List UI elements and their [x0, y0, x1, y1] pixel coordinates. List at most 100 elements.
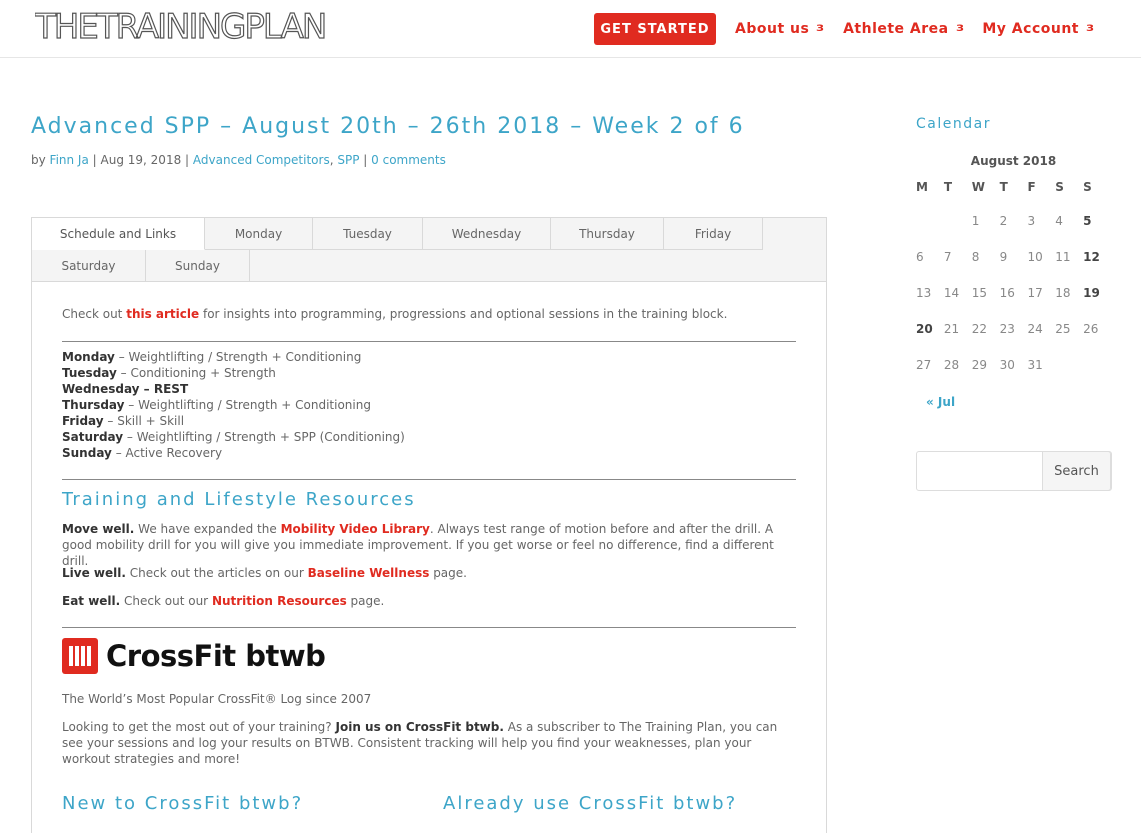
calendar-weekday-header: MTWTFSS	[916, 176, 1111, 204]
eat-well-paragraph: Eat well. Check out our Nutrition Resour…	[62, 594, 385, 608]
crossfit-btwb-logo[interactable]: CrossFit btwb	[62, 637, 354, 675]
calendar-day: 7	[943, 250, 952, 264]
meta-sep: |	[363, 153, 368, 167]
calendar-day: 22	[971, 322, 987, 336]
calendar-week-row: 13 14 15 16 17 18 19	[916, 276, 1111, 312]
calendar-day: 28	[943, 358, 960, 372]
btwb-mark-icon	[62, 638, 98, 674]
schedule-row: Saturday – Weightlifting / Strength + SP…	[62, 430, 405, 444]
post-title: Advanced SPP – August 20th – 26th 2018 –…	[31, 114, 745, 139]
calendar-widget-title: Calendar	[916, 116, 991, 132]
calendar-weekday: F	[1027, 180, 1036, 194]
btwb-tagline: The World’s Most Popular CrossFit® Log s…	[62, 692, 372, 706]
live-well-paragraph: Live well. Check out the articles on our…	[62, 566, 467, 580]
nav-my-account[interactable]: My Account 3	[982, 13, 1095, 45]
schedule-row: Thursday – Weightlifting / Strength + Co…	[62, 398, 371, 412]
calendar-day: 23	[999, 322, 1015, 336]
calendar-weekday: T	[999, 180, 1008, 194]
meta-sep: |	[92, 153, 97, 167]
schedule-row: Friday – Skill + Skill	[62, 414, 185, 428]
divider	[62, 627, 796, 628]
meta-comments-link[interactable]: 0 comments	[371, 153, 446, 167]
divider	[62, 479, 796, 480]
nav-athlete-area[interactable]: Athlete Area 3	[843, 13, 964, 45]
search-form: Search	[916, 451, 1112, 491]
tab-schedule-and-links[interactable]: Schedule and Links	[32, 218, 205, 250]
meta-category-link[interactable]: SPP	[337, 153, 359, 167]
calendar-day: 24	[1027, 322, 1043, 336]
intro-paragraph: Check out this article for insights into…	[62, 306, 796, 322]
calendar-day: 31	[1027, 358, 1043, 372]
calendar-day[interactable]: 5	[1083, 214, 1111, 228]
calendar-day: 30	[999, 358, 1015, 372]
post-meta: by Finn Ja | Aug 19, 2018 | Advanced Com…	[31, 153, 446, 167]
resources-heading: Training and Lifestyle Resources	[62, 489, 416, 510]
calendar-day: 25	[1055, 322, 1071, 336]
main-nav: GET STARTED About us 3 Athlete Area 3 My…	[594, 13, 1094, 45]
tab-friday[interactable]: Friday	[664, 218, 763, 250]
calendar-weekday: T	[943, 180, 953, 194]
nav-athlete-area-label: Athlete Area	[843, 21, 949, 37]
logo-text: THETRAININGPLAN	[35, 8, 325, 42]
calendar-month: August 2018	[970, 154, 1057, 168]
calendar-day: 4	[1055, 214, 1063, 228]
calendar-day: 18	[1055, 286, 1071, 300]
calendar-day[interactable]: 12	[1083, 250, 1111, 264]
calendar-weekday: S	[1083, 180, 1092, 194]
btwb-paragraph: Looking to get the most out of your trai…	[62, 720, 778, 766]
calendar-week-row: 20 21 22 23 24 25 26	[916, 312, 1111, 348]
calendar-day: 27	[916, 358, 932, 372]
tab-monday[interactable]: Monday	[205, 218, 313, 250]
calendar-day: 1	[971, 214, 980, 228]
divider	[62, 341, 796, 342]
tab-wednesday[interactable]: Wednesday	[423, 218, 551, 250]
weekly-schedule: Monday – Weightlifting / Strength + Cond…	[62, 349, 405, 461]
nav-my-account-label: My Account	[982, 21, 1079, 37]
calendar-day: 3	[1027, 214, 1036, 228]
tab-tuesday[interactable]: Tuesday	[313, 218, 423, 250]
calendar-day: 6	[916, 250, 924, 264]
nutrition-resources-link[interactable]: Nutrition Resources	[212, 594, 347, 608]
calendar-day: 2	[999, 214, 1008, 228]
calendar-weekday: M	[916, 180, 928, 194]
calendar-day: 15	[971, 286, 987, 300]
tab-thursday[interactable]: Thursday	[551, 218, 664, 250]
calendar-day: 9	[999, 250, 1008, 264]
calendar-day: 8	[971, 250, 980, 264]
meta-sep: |	[185, 153, 190, 167]
calendar-week-row: 6 7 8 9 10 11 12	[916, 240, 1111, 276]
get-started-button[interactable]: GET STARTED	[594, 13, 716, 45]
meta-category-link[interactable]: Advanced Competitors	[193, 153, 330, 167]
calendar-day: 17	[1027, 286, 1043, 300]
calendar-day: 10	[1027, 250, 1043, 264]
site-logo[interactable]: THETRAININGPLAN	[35, 8, 361, 42]
calendar-day: 14	[943, 286, 960, 300]
calendar-day: 13	[916, 286, 932, 300]
meta-date: Aug 19, 2018	[100, 153, 182, 167]
calendar-week-row: 1 2 3 4 5	[916, 204, 1111, 240]
search-button[interactable]: Search	[1042, 451, 1111, 491]
schedule-row: Wednesday – REST	[62, 382, 189, 396]
calendar-day[interactable]: 20	[916, 322, 944, 336]
calendar-day: 11	[1055, 250, 1071, 264]
calendar-prev-month-link[interactable]: « Jul	[926, 395, 955, 409]
mobility-video-library-link[interactable]: Mobility Video Library	[281, 522, 430, 536]
nav-about-us[interactable]: About us 3	[735, 13, 824, 45]
btwb-logo-text: CrossFit btwb	[106, 639, 326, 673]
move-well-paragraph: Move well. We have expanded the Mobility…	[62, 522, 774, 568]
baseline-wellness-link[interactable]: Baseline Wellness	[308, 566, 430, 580]
calendar-week-row: 27 28 29 30 31	[916, 348, 1111, 384]
nav-about-us-label: About us	[735, 21, 810, 37]
calendar-day: 21	[943, 322, 960, 336]
this-article-link[interactable]: this article	[126, 307, 199, 321]
calendar-day[interactable]: 19	[1083, 286, 1111, 300]
calendar-day: 26	[1083, 322, 1099, 336]
intro-text: Check out	[62, 307, 127, 321]
meta-author-link[interactable]: Finn Ja	[50, 153, 89, 167]
tabs-header: Schedule and Links Monday Tuesday Wednes…	[32, 218, 826, 282]
schedule-row: Monday – Weightlifting / Strength + Cond…	[62, 350, 362, 364]
site-header: THETRAININGPLAN GET STARTED About us 3 A…	[0, 0, 1141, 58]
tab-saturday[interactable]: Saturday	[32, 250, 146, 282]
chevron-down-icon: 3	[1085, 24, 1095, 34]
tab-sunday[interactable]: Sunday	[146, 250, 250, 282]
